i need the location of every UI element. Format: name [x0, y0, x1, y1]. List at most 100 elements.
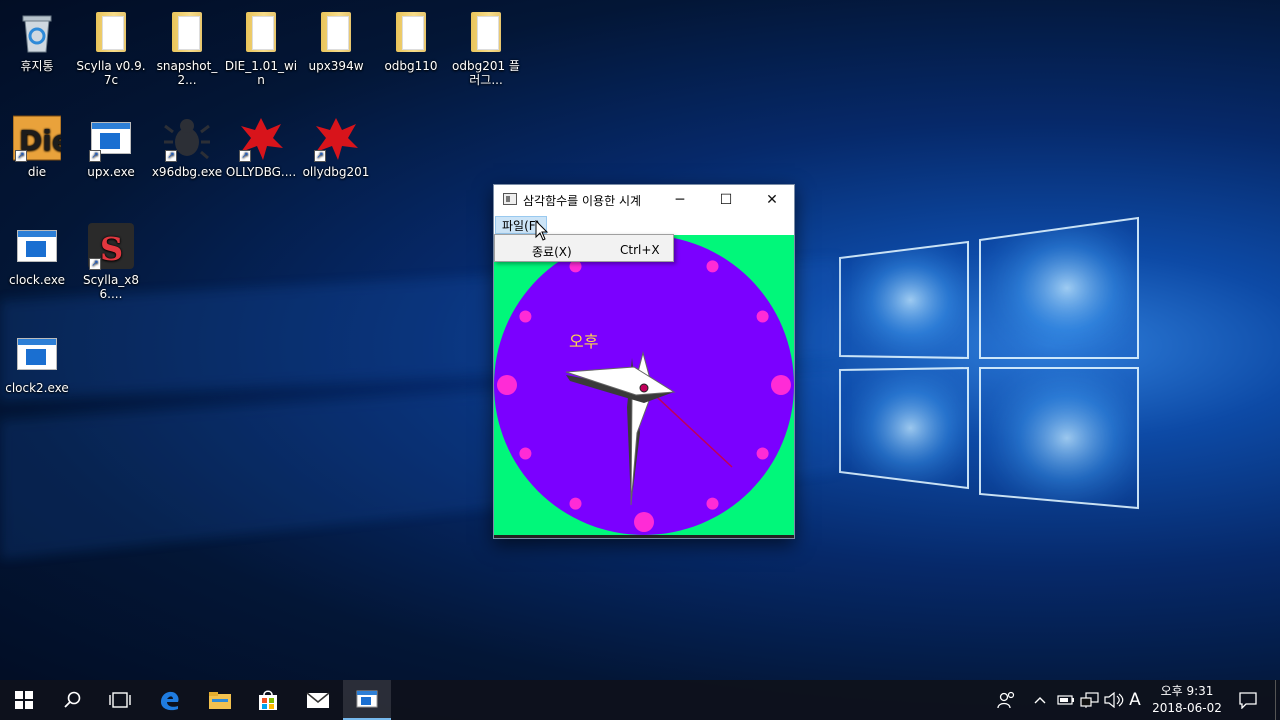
maximize-button[interactable]: ☐: [703, 185, 749, 215]
hour-marker: [497, 375, 517, 395]
title-bar[interactable]: 삼각함수를 이용한 시계 ─ ☐ ✕: [494, 185, 794, 215]
desktop-icon-label: odbg201 플러그...: [452, 59, 520, 87]
desktop-icon-upx-exe[interactable]: ↗ upx.exe: [74, 114, 148, 179]
shortcut-arrow-icon: ↗: [165, 150, 177, 162]
taskbar: A 오후 9:31 2018-06-02: [0, 680, 1280, 720]
desktop-icon-scylla-folder[interactable]: Scylla v0.9.7c: [74, 8, 148, 87]
taskbar-clock-app[interactable]: [343, 680, 391, 720]
desktop-icon-label: OLLYDBG....: [225, 165, 297, 179]
scylla-icon: S ↗: [87, 222, 135, 270]
search-icon: [64, 691, 81, 708]
file-menu-dropdown: 종료(X) Ctrl+X: [494, 234, 674, 262]
desktop-icon-label: ollydbg201: [302, 165, 370, 179]
hour-marker: [519, 447, 532, 460]
folder-icon: [237, 8, 285, 56]
shortcut-arrow-icon: ↗: [314, 150, 326, 162]
action-center-icon: [1239, 692, 1257, 710]
network-icon[interactable]: [1078, 680, 1102, 720]
taskbar-store[interactable]: [244, 680, 292, 720]
edge-icon: [161, 691, 179, 711]
desktop-icon-die[interactable]: Die ↗ die: [0, 114, 74, 179]
desktop-icon-odbg110-folder[interactable]: odbg110: [374, 8, 448, 73]
desktop-icon-label: odbg110: [384, 59, 438, 73]
folder-icon: [163, 8, 211, 56]
notifications-button[interactable]: [1234, 680, 1262, 720]
desktop-icon-label: upx394w: [308, 59, 364, 73]
desktop-icon-ollydbg[interactable]: ↗ OLLYDBG....: [224, 114, 298, 179]
desktop-icon-die-folder[interactable]: DIE_1.01_win: [224, 8, 298, 87]
file-explorer-icon: [209, 692, 231, 709]
desktop-icon-label: Scylla v0.9.7c: [76, 59, 146, 87]
menu-item-exit[interactable]: 종료(X) Ctrl+X: [497, 237, 671, 259]
hour-marker: [756, 447, 769, 460]
hour-marker: [771, 375, 791, 395]
desktop-icon-label: x96dbg.exe: [151, 165, 223, 179]
store-icon: [259, 690, 277, 710]
close-button[interactable]: ✕: [749, 185, 795, 215]
search-button[interactable]: [48, 680, 96, 720]
desktop-icon-odbg201-folder[interactable]: odbg201 플러그...: [449, 8, 523, 87]
folder-icon: [462, 8, 510, 56]
hour-marker: [569, 497, 582, 510]
desktop-icon-x96dbg[interactable]: ↗ x96dbg.exe: [150, 114, 224, 179]
desktop-icon-recycle-bin[interactable]: 휴지통: [0, 8, 74, 73]
windows-start-icon: [15, 691, 33, 709]
menu-item-exit-shortcut: Ctrl+X: [620, 243, 660, 257]
exe-icon: ↗: [87, 114, 135, 162]
taskbar-mail[interactable]: [294, 680, 342, 720]
desktop-icon-label: snapshot_2...: [156, 59, 218, 87]
folder-icon: [387, 8, 435, 56]
ollydbg-icon: ↗: [237, 114, 285, 162]
chevron-up-icon[interactable]: [1030, 680, 1050, 720]
volume-icon[interactable]: [1102, 680, 1126, 720]
task-view-button[interactable]: [96, 680, 144, 720]
minimize-button[interactable]: ─: [657, 185, 703, 215]
hour-marker: [634, 512, 654, 532]
recycle-bin-icon: [13, 8, 61, 56]
hour-marker: [706, 497, 719, 510]
taskbar-date: 2018-06-02: [1152, 701, 1222, 715]
desktop-icon-label: 휴지통: [20, 59, 54, 73]
hour-marker: [519, 310, 532, 323]
desktop-icon-label: upx.exe: [87, 165, 135, 179]
clock-canvas: 오후: [494, 235, 794, 535]
task-view-icon: [109, 692, 131, 708]
ollydbg-icon: ↗: [312, 114, 360, 162]
clock-center-pin: [639, 383, 649, 393]
desktop-icon-clock-exe[interactable]: clock.exe: [0, 222, 74, 287]
desktop-icon-clock2-exe[interactable]: clock2.exe: [0, 330, 74, 395]
ampm-label: 오후: [569, 332, 598, 351]
desktop-icon-upx-folder[interactable]: upx394w: [299, 8, 373, 73]
hour-marker: [569, 260, 582, 273]
svg-text:S: S: [100, 230, 123, 268]
window-bottom-edge: [494, 535, 794, 538]
desktop-icon-scylla-x86[interactable]: S ↗ Scylla_x86....: [74, 222, 148, 301]
shortcut-arrow-icon: ↗: [89, 150, 101, 162]
desktop-icon-ollydbg201[interactable]: ↗ ollydbg201: [299, 114, 373, 179]
show-desktop-button[interactable]: [1275, 680, 1280, 720]
taskbar-edge[interactable]: [146, 680, 194, 720]
menu-item-exit-label: 종료(X): [532, 245, 572, 259]
desktop-icon-label: clock2.exe: [5, 381, 69, 395]
ime-indicator[interactable]: A: [1126, 680, 1144, 720]
hour-marker: [756, 310, 769, 323]
folder-icon: [87, 8, 135, 56]
bug-icon: ↗: [163, 114, 211, 162]
desktop-icon-label: clock.exe: [9, 273, 65, 287]
exe-icon: [13, 330, 61, 378]
desktop-icon-snapshot-folder[interactable]: snapshot_2...: [150, 8, 224, 87]
window-title: 삼각함수를 이용한 시계: [523, 194, 642, 208]
desktop-icon-label: DIE_1.01_win: [224, 59, 298, 87]
battery-icon[interactable]: [1054, 680, 1078, 720]
shortcut-arrow-icon: ↗: [15, 150, 27, 162]
clock-app-icon: [356, 690, 378, 708]
shortcut-arrow-icon: ↗: [239, 150, 251, 162]
mail-icon: [306, 692, 330, 708]
folder-icon: [312, 8, 360, 56]
people-icon[interactable]: [992, 680, 1020, 720]
taskbar-file-explorer[interactable]: [196, 680, 244, 720]
taskbar-clock[interactable]: 오후 9:31 2018-06-02: [1148, 683, 1226, 717]
exe-icon: [13, 222, 61, 270]
mouse-pointer-icon: [535, 220, 549, 241]
start-button[interactable]: [0, 680, 48, 720]
